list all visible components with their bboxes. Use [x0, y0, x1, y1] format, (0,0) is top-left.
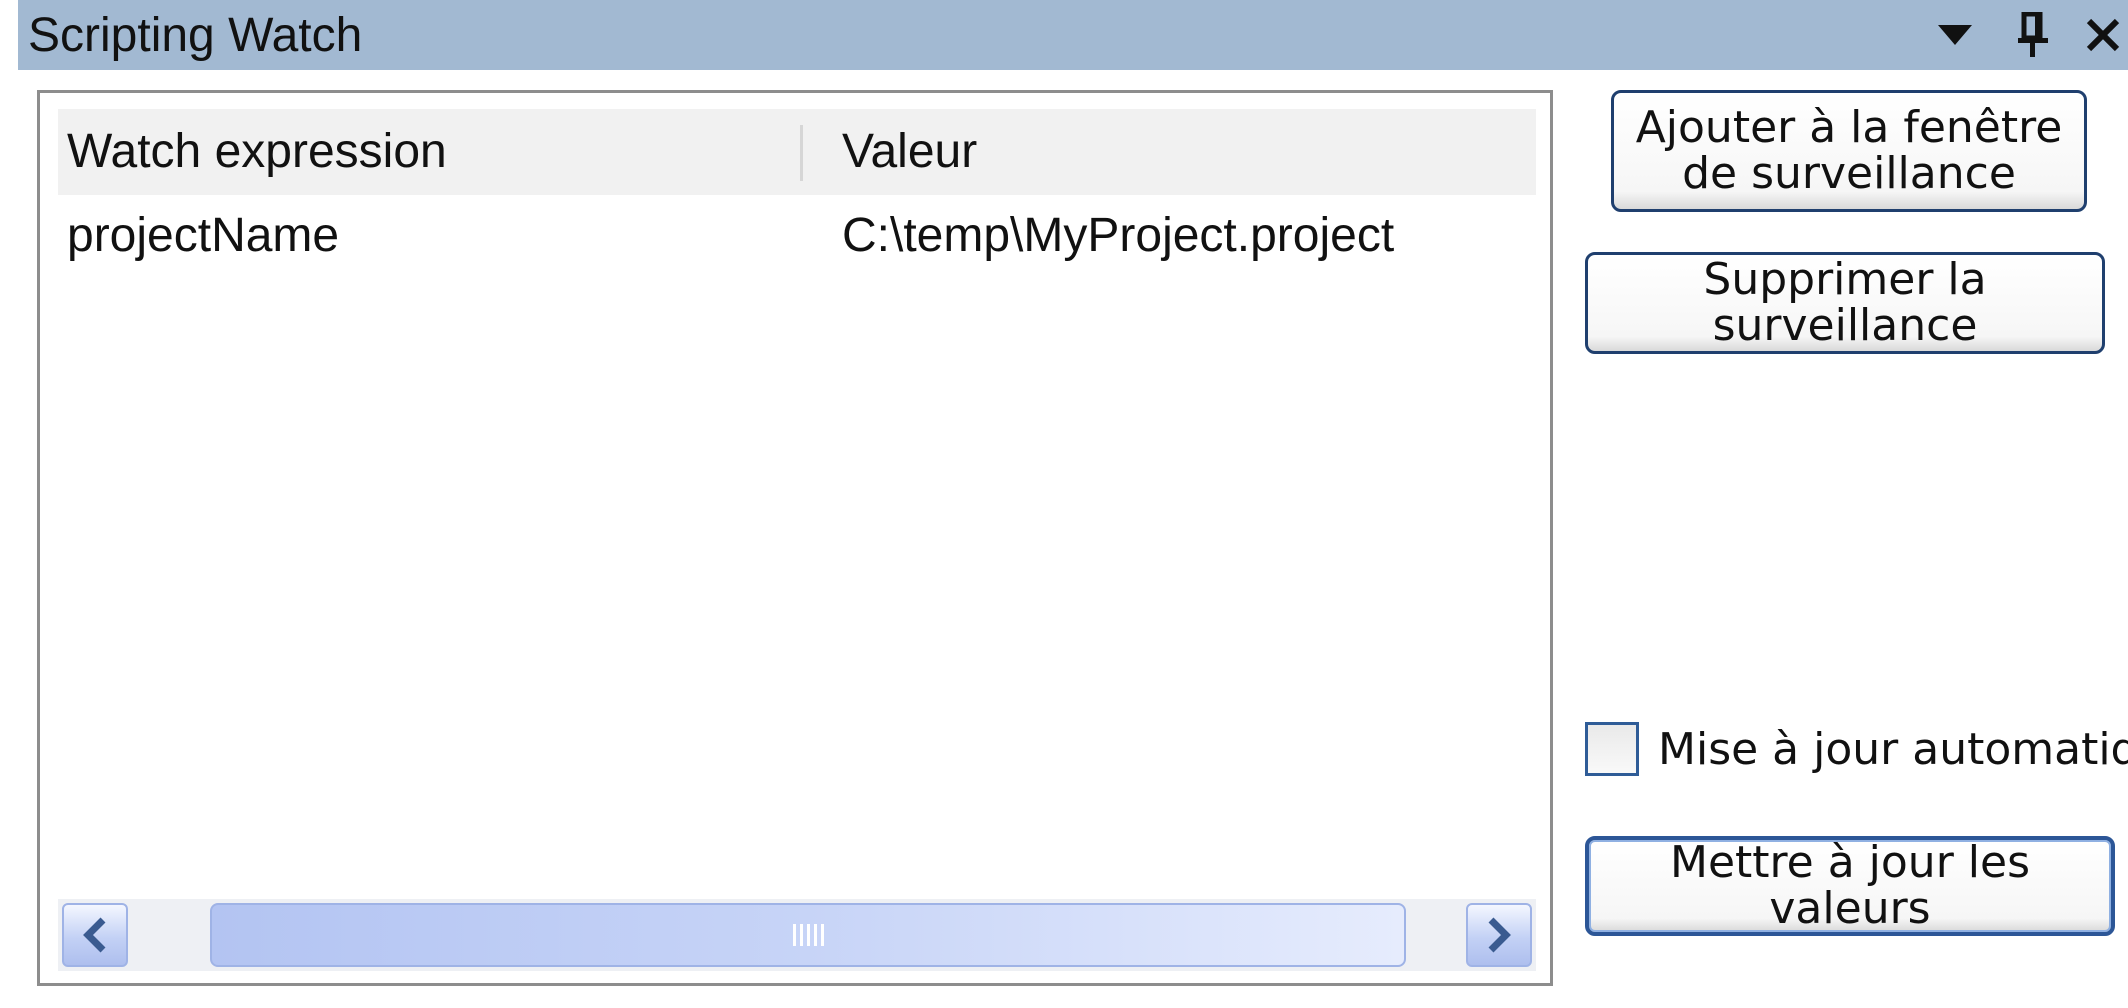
window-title: Scripting Watch: [28, 9, 363, 62]
cell-expression[interactable]: projectName: [67, 201, 339, 271]
auto-update-checkbox[interactable]: [1585, 722, 1639, 776]
horizontal-scrollbar[interactable]: [58, 899, 1536, 971]
scroll-left-button[interactable]: [62, 903, 128, 967]
column-header-value[interactable]: Valeur: [842, 109, 977, 195]
watch-grid: Watch expression Valeur projectName C:\t…: [37, 90, 1553, 986]
column-separator[interactable]: [800, 125, 803, 181]
scrollbar-thumb[interactable]: [210, 903, 1406, 967]
dropdown-arrow-glyph: [1938, 25, 1972, 45]
chevron-right-icon: [1488, 917, 1511, 953]
close-glyph: [2086, 18, 2120, 52]
cell-value[interactable]: C:\temp\MyProject.project: [842, 201, 1394, 271]
table-row[interactable]: projectName C:\temp\MyProject.project: [58, 201, 1536, 271]
pin-icon[interactable]: [2008, 10, 2058, 60]
refresh-values-button[interactable]: Mettre à jour les valeurs: [1585, 836, 2115, 936]
window-titlebar: Scripting Watch: [18, 0, 2128, 70]
auto-update-label[interactable]: Mise à jour automatique: [1658, 720, 2128, 780]
add-watch-button[interactable]: Ajouter à la fenêtre de surveillance: [1611, 90, 2087, 212]
grip-icon: [793, 924, 824, 946]
chevron-left-icon: [83, 917, 106, 953]
dropdown-arrow-icon[interactable]: [1930, 10, 1980, 60]
remove-watch-button[interactable]: Supprimer la surveillance: [1585, 252, 2105, 354]
column-header-expression[interactable]: Watch expression: [67, 109, 447, 195]
scroll-right-button[interactable]: [1466, 903, 1532, 967]
close-icon[interactable]: [2078, 10, 2128, 60]
pin-glyph: [2018, 12, 2048, 57]
grid-header: Watch expression Valeur: [58, 109, 1536, 195]
